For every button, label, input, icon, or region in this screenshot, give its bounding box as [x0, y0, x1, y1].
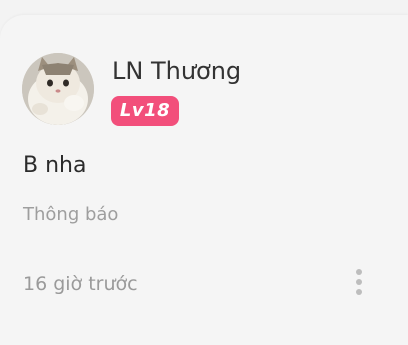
more-dot [356, 289, 362, 295]
more-dot [356, 279, 362, 285]
more-options-icon[interactable] [349, 265, 369, 299]
post-message: B nha [23, 153, 87, 178]
more-dot [356, 269, 362, 275]
author-name[interactable]: LN Thương [112, 55, 241, 87]
post-timestamp: 16 giờ trước [23, 273, 138, 295]
avatar[interactable] [22, 53, 94, 125]
post-category: Thông báo [23, 204, 119, 225]
post-card[interactable]: LN Thương Lv18 B nha Thông báo 16 giờ tr… [0, 15, 408, 345]
cat-avatar-image [22, 53, 94, 125]
level-badge: Lv18 [111, 96, 179, 126]
